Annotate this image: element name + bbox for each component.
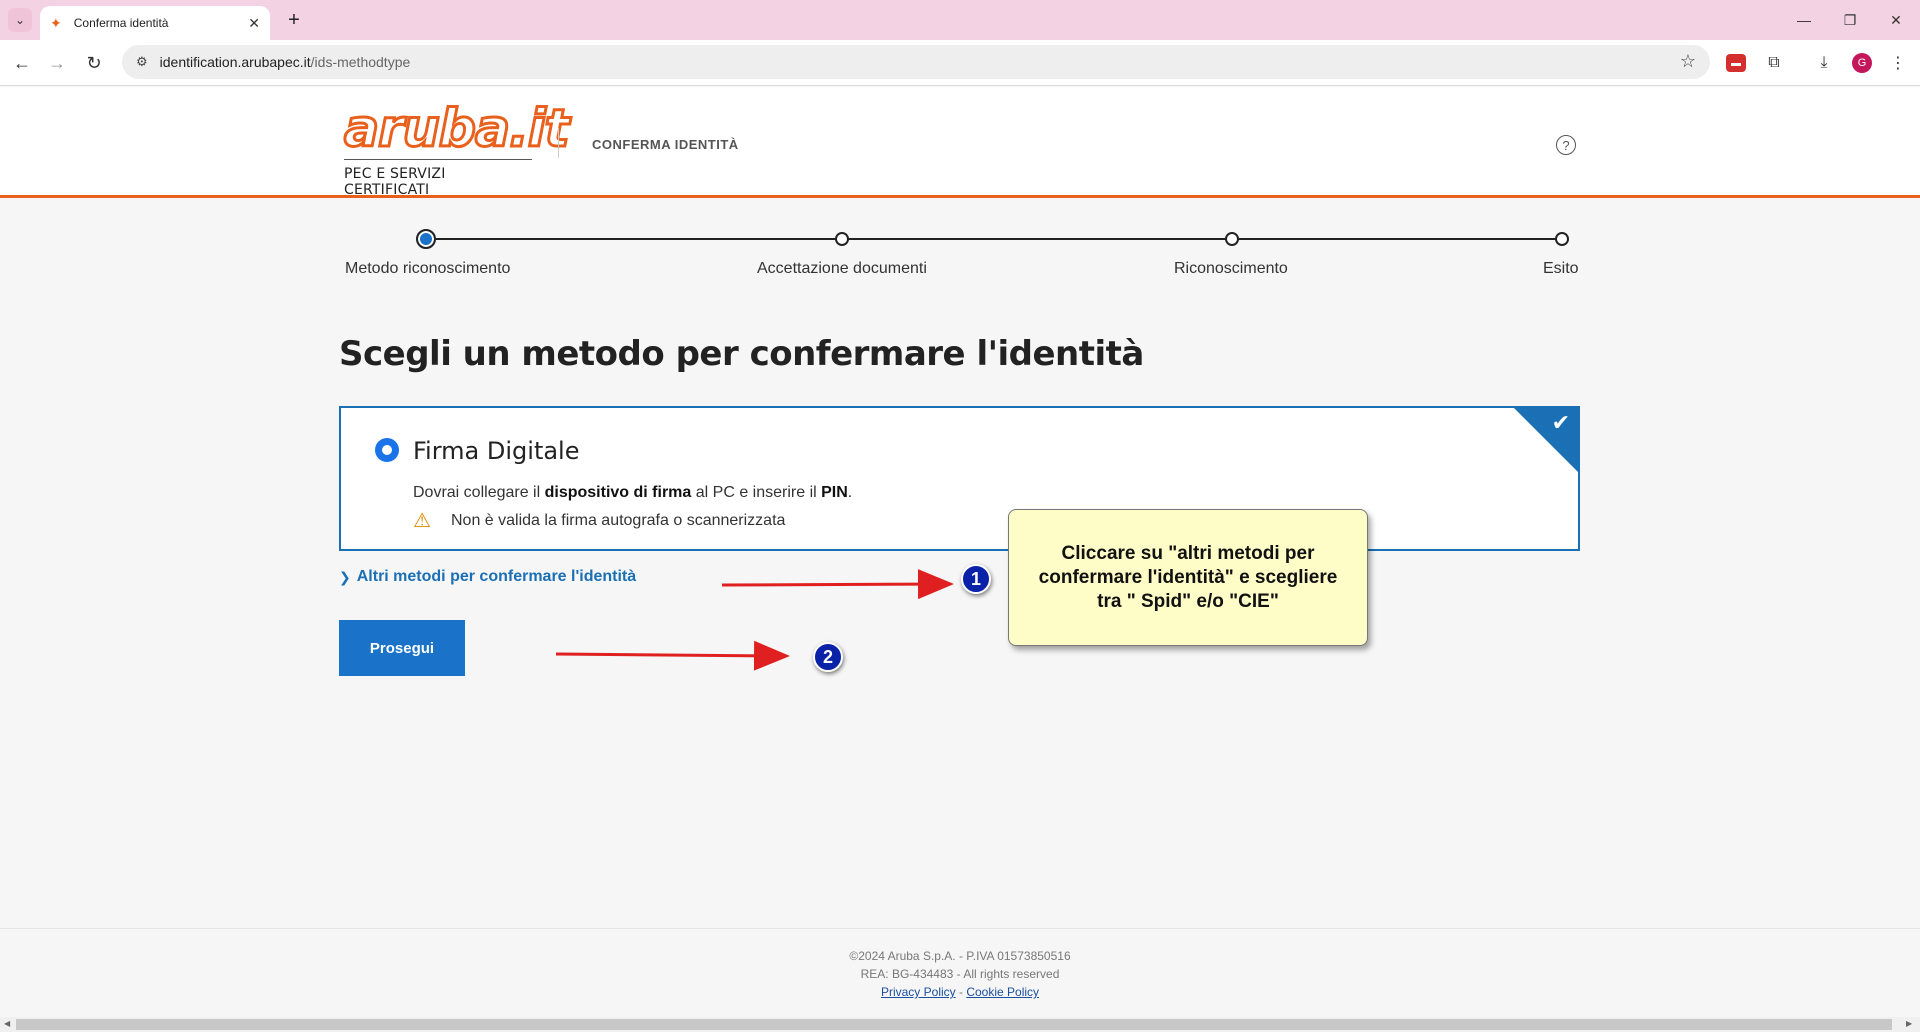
annotation-arrow-1 [721, 569, 954, 600]
reload-icon[interactable]: ↻ [82, 51, 106, 75]
logo-word: aruba.it [343, 99, 572, 159]
continue-button[interactable]: Prosegui [339, 620, 465, 676]
footer-rea: REA: BG-434483 - All rights reserved [860, 967, 1060, 981]
tab-close-icon[interactable]: ✕ [248, 15, 260, 32]
step-dot-1 [416, 229, 436, 249]
site-footer: ©2024 Aruba S.p.A. - P.IVA 01573850516 R… [0, 928, 1920, 1018]
site-info-icon[interactable]: ⚙ [136, 54, 148, 70]
step-label-4: Esito [1543, 260, 1579, 277]
forward-icon[interactable]: → [45, 51, 69, 75]
horizontal-scrollbar[interactable]: ◀ ▶ [0, 1017, 1920, 1032]
footer-links: Privacy Policy - Cookie Policy [880, 985, 1040, 999]
warning-icon: ⚠ [413, 510, 431, 532]
window-close-icon[interactable]: ✕ [1884, 8, 1908, 32]
header-separator [558, 128, 559, 158]
extensions-puzzle-icon[interactable]: ⧉ [1762, 51, 1786, 75]
privacy-policy-link[interactable]: Privacy Policy [881, 985, 956, 999]
other-methods-link[interactable]: ❯ Altri metodi per confermare l'identità [339, 568, 636, 586]
annotation-callout: Cliccare su "altri metodi per confermare… [1008, 509, 1368, 646]
method-card-firma-digitale[interactable]: ✔ Firma Digitale Dovrai collegare il dis… [339, 406, 1580, 551]
scroll-left-icon[interactable]: ◀ [4, 1019, 10, 1028]
warning-text: Non è valida la firma autografa o scanne… [451, 511, 786, 529]
cookie-policy-link[interactable]: Cookie Policy [966, 985, 1039, 999]
step-label-2: Accettazione documenti [757, 260, 927, 277]
check-icon: ✔ [1551, 410, 1570, 435]
aruba-favicon-icon: ✦ [50, 14, 62, 31]
menu-kebab-icon[interactable]: ⋮ [1886, 51, 1910, 75]
footer-copyright: ©2024 Aruba S.p.A. - P.IVA 01573850516 [849, 949, 1071, 963]
progress-stepper: Metodo riconoscimento Accettazione docum… [0, 228, 1920, 288]
scroll-right-icon[interactable]: ▶ [1906, 1019, 1912, 1028]
other-methods-label: Altri metodi per confermare l'identità [356, 568, 637, 585]
browser-tab-bar: ⌄ ✦ Conferma identità ✕ + — ❐ ✕ [0, 0, 1920, 40]
step-connector [436, 238, 842, 240]
extension-red-icon[interactable]: ▬ [1726, 54, 1746, 72]
logo-subtitle: PEC E SERVIZI CERTIFICATI [344, 166, 446, 198]
tab-title: Conferma identità [73, 16, 169, 30]
method-description: Dovrai collegare il dispositivo di firma… [413, 484, 853, 501]
method-title: Firma Digitale [413, 437, 580, 465]
step-connector [848, 238, 1226, 240]
help-icon[interactable]: ? [1556, 135, 1576, 155]
restore-icon[interactable]: ❐ [1838, 8, 1862, 32]
header-title: CONFERMA IDENTITÀ [592, 137, 739, 152]
method-warning: ⚠ Non è valida la firma autografa o scan… [413, 508, 785, 533]
site-header: aruba.it PEC E SERVIZI CERTIFICATI CONFE… [0, 87, 1920, 198]
annotation-arrow-2 [555, 640, 790, 671]
url-host: identification.arubapec.it [159, 54, 311, 70]
step-dot-3 [1225, 232, 1239, 246]
new-tab-icon[interactable]: + [282, 8, 306, 32]
browser-toolbar: ← → ↻ ⚙ identification.arubapec.it/ids-m… [0, 40, 1920, 86]
back-icon[interactable]: ← [10, 51, 34, 75]
step-dot-2 [835, 232, 849, 246]
download-icon[interactable]: ⤓ [1812, 51, 1836, 75]
profile-avatar[interactable]: G [1852, 53, 1872, 73]
tab-search-icon[interactable]: ⌄ [8, 8, 32, 32]
browser-tab[interactable]: ✦ Conferma identità ✕ [40, 6, 270, 40]
step-connector [1238, 238, 1556, 240]
aruba-logo[interactable]: aruba.it PEC E SERVIZI CERTIFICATI [343, 99, 572, 199]
chevron-right-icon: ❯ [339, 568, 351, 585]
step-label-3: Riconoscimento [1174, 260, 1288, 277]
bookmark-star-icon[interactable]: ☆ [1680, 51, 1696, 72]
scrollbar-thumb[interactable] [16, 1019, 1892, 1030]
step-dot-4 [1555, 232, 1569, 246]
step-label-1: Metodo riconoscimento [345, 260, 511, 277]
logo-divider [344, 159, 532, 160]
minimize-icon[interactable]: — [1792, 8, 1816, 32]
url-path: /ids-methodtype [310, 54, 411, 70]
annotation-badge-2: 2 [813, 642, 843, 672]
page-title: Scegli un metodo per confermare l'identi… [339, 334, 1144, 374]
annotation-badge-1: 1 [961, 564, 991, 594]
address-bar[interactable]: ⚙ identification.arubapec.it/ids-methodt… [122, 45, 1710, 79]
method-radio[interactable] [375, 438, 399, 462]
